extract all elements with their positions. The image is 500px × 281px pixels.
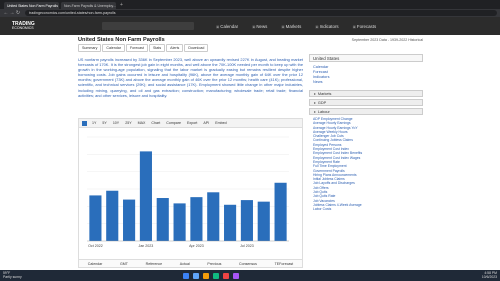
chart-bar[interactable] <box>207 192 220 241</box>
x-tick-label: Oct 2022 <box>88 244 103 248</box>
browser-tab-1[interactable]: United States Non Farm Payrolls <box>4 2 59 9</box>
browser-tab-bar: United States Non Farm Payrolls Non-Farm… <box>0 0 500 9</box>
reload-icon[interactable]: ↻ <box>15 10 21 16</box>
footer-consensus: Consensus <box>239 261 257 266</box>
address-bar: ← → ↻ tradingeconomics.com/united-states… <box>0 9 500 17</box>
chart-settings-icon[interactable] <box>82 120 87 126</box>
sidebar-section-gdp[interactable]: GDP <box>309 99 423 106</box>
taskbar-apps <box>183 272 243 279</box>
sidebar-header: United States <box>309 54 423 62</box>
chart-bar[interactable] <box>190 197 203 241</box>
embed-button[interactable]: Embed <box>215 121 226 125</box>
site-search-input[interactable] <box>102 22 194 30</box>
chart-bar[interactable] <box>156 198 169 241</box>
footer-gmt: GMT <box>120 261 128 266</box>
top-nav: Calendar News Markets Indicators Forecas… <box>216 24 390 29</box>
sidebar-section-markets[interactable]: Markets <box>309 90 423 97</box>
nav-markets[interactable]: Markets <box>281 24 302 29</box>
site-logo[interactable]: TRADING ECONOMICS <box>12 21 72 31</box>
compare-button[interactable]: Compare <box>166 121 181 125</box>
chart-toolbar: 1Y 5Y 10Y 25Y MAX Chart Compare Export A… <box>79 119 302 128</box>
subnav-stats[interactable]: Stats <box>148 44 166 52</box>
logo-line-2: ECONOMICS <box>12 26 34 30</box>
chart-bar[interactable] <box>106 190 119 241</box>
bar-chart: Oct 2022 Jan 2023 Apr 2023 Jul 2023 <box>87 136 289 248</box>
export-button[interactable]: Export <box>187 121 197 125</box>
subnav-download[interactable]: Download <box>184 44 209 52</box>
footer-actual: Actual <box>179 261 190 266</box>
new-tab-icon[interactable]: + <box>120 2 123 9</box>
nav-calendar[interactable]: Calendar <box>216 24 238 29</box>
nav-forecasts[interactable]: Forecasts <box>353 24 376 29</box>
x-tick-label: Apr 2023 <box>189 244 204 248</box>
chart-bar[interactable] <box>139 151 152 241</box>
url-input[interactable]: tradingeconomics.com/united-states/non-f… <box>25 10 497 16</box>
nav-indicators[interactable]: Indicators <box>315 24 339 29</box>
range-5y[interactable]: 5Y <box>102 121 106 125</box>
taskbar-clock[interactable]: 4:58 PM 10/6/2023 <box>481 271 497 280</box>
chart-type-button[interactable]: Chart <box>151 121 160 125</box>
chrome-icon[interactable] <box>213 272 219 279</box>
title-bar: United States Non Farm Payrolls Septembe… <box>78 35 423 44</box>
footer-teforecast: TEForecast <box>274 261 294 266</box>
teams-icon[interactable] <box>233 272 239 279</box>
footer-previous: Previous <box>207 261 222 266</box>
sidebar-links: Calendar Forecast Indicators News <box>309 62 423 88</box>
subnav-alerts[interactable]: Alerts <box>166 44 184 52</box>
chart-footer: Calendar GMT Reference Actual Previous C… <box>79 259 302 267</box>
subnav-summary[interactable]: Summary <box>78 44 102 52</box>
chart-bar[interactable] <box>257 201 270 241</box>
api-button[interactable]: API <box>203 121 209 125</box>
subnav-calendar[interactable]: Calendar <box>102 44 125 52</box>
range-10y[interactable]: 10Y <box>113 121 119 125</box>
sidebar-link-news[interactable]: News <box>313 80 419 85</box>
subnav-forecast[interactable]: Forecast <box>125 44 148 52</box>
labour-item[interactable]: Labor Costs <box>313 207 419 211</box>
range-25y[interactable]: 25Y <box>125 121 131 125</box>
labour-indicator-list: ADP Employment Change Average Hourly Earn… <box>309 115 423 214</box>
weather-widget[interactable]: 59°F Partly sunny <box>3 271 63 280</box>
x-tick-label: Jan 2023 <box>139 244 154 248</box>
chart-panel: 1Y 5Y 10Y 25Y MAX Chart Compare Export A… <box>78 118 303 268</box>
os-taskbar: 59°F Partly sunny 4:58 PM 10/6/2023 <box>0 270 500 281</box>
range-max[interactable]: MAX <box>138 121 146 125</box>
right-sidebar: United States Calendar Forecast Indicato… <box>309 54 423 271</box>
start-icon[interactable] <box>183 272 189 279</box>
chart-bar[interactable] <box>274 182 287 241</box>
chart-bar[interactable] <box>224 204 237 241</box>
chart-bar[interactable] <box>173 203 186 241</box>
mail-icon[interactable] <box>223 272 229 279</box>
footer-calendar: Calendar <box>87 261 103 266</box>
file-explorer-icon[interactable] <box>203 272 209 279</box>
sub-nav: Summary Calendar Forecast Stats Alerts D… <box>78 44 298 52</box>
indicator-description: US nonfarm payrolls increased by 336K in… <box>78 57 303 98</box>
weather-text: Partly sunny <box>3 274 22 279</box>
release-info: September 2023 Data - 1939-2022 Historic… <box>351 37 423 42</box>
clock-date: 10/6/2023 <box>481 274 497 279</box>
chart-bar[interactable] <box>240 200 253 241</box>
page-title: United States Non Farm Payrolls <box>78 36 165 43</box>
search-icon[interactable] <box>193 272 199 279</box>
x-tick-label: Jul 2023 <box>240 244 254 248</box>
chart-bar[interactable] <box>123 199 136 241</box>
chart-bar[interactable] <box>89 195 102 241</box>
nav-news[interactable]: News <box>252 24 267 29</box>
range-1y[interactable]: 1Y <box>92 121 96 125</box>
footer-reference: Reference <box>145 261 163 266</box>
site-header: TRADING ECONOMICS Calendar News Markets … <box>0 17 500 35</box>
sidebar-section-labour[interactable]: Labour <box>309 108 423 115</box>
browser-tab-2[interactable]: Non-Farm Payrolls & Unemploy... <box>61 2 116 9</box>
